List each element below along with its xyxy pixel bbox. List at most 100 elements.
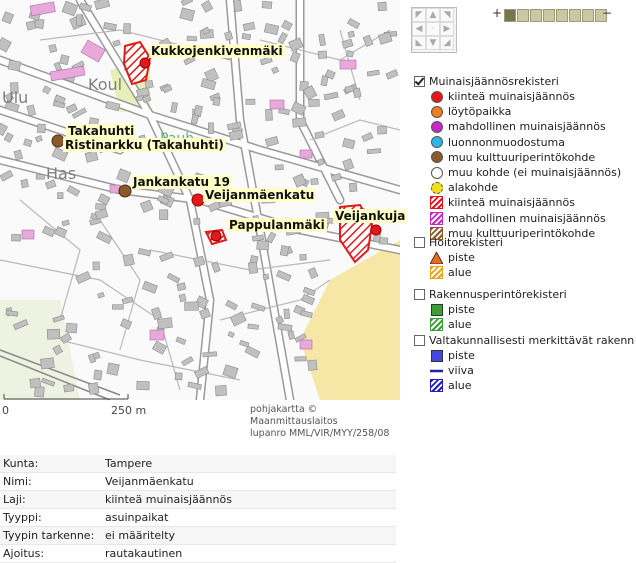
- layer-checkbox[interactable]: [414, 335, 425, 346]
- arrow-right-icon[interactable]: ▶: [440, 22, 454, 36]
- arrow-left-icon[interactable]: ◀: [412, 22, 426, 36]
- arrow-up-icon[interactable]: ▲: [426, 8, 440, 22]
- scale-label: 250 m: [111, 404, 147, 417]
- info-key: Tyyppi:: [0, 508, 102, 527]
- info-table: Kunta: Tampere Nimi: Veijanmäenkatu Laji: kii…: [0, 455, 396, 563]
- legend-item: mahdollinen muinaisjäännös: [430, 120, 606, 133]
- info-key: Kunta:: [0, 455, 102, 473]
- layer-checkbox[interactable]: [414, 76, 425, 87]
- building: [93, 369, 103, 381]
- legend-group-title: Muinaisjäännösrekisteri: [429, 75, 559, 88]
- heritage-point[interactable]: [139, 57, 151, 69]
- building: [144, 79, 154, 89]
- legend-item-label: luonnonmuodostuma: [448, 135, 566, 149]
- zoom-out-button[interactable]: −: [602, 6, 612, 20]
- building: [25, 20, 37, 31]
- legend-triangle-icon: [430, 251, 443, 264]
- legend-dot-icon: [430, 151, 443, 164]
- building: [241, 33, 252, 41]
- building: [123, 23, 131, 35]
- zoom-in-button[interactable]: +: [492, 6, 502, 20]
- building: [207, 122, 214, 134]
- zoom-step[interactable]: [543, 9, 555, 22]
- building: [262, 273, 270, 280]
- legend-item: piste: [430, 349, 475, 362]
- building: [202, 351, 218, 358]
- legend-group-1[interactable]: Hoitorekisteri: [414, 236, 503, 249]
- building: [212, 97, 221, 106]
- heritage-point[interactable]: [210, 230, 222, 242]
- heritage-point[interactable]: [118, 184, 132, 198]
- legend-item: luonnonmuodostuma: [430, 136, 565, 149]
- info-row: Ajoitus: rautakautinen: [0, 544, 396, 563]
- zoom-step[interactable]: [504, 9, 516, 22]
- legend-item: alue: [430, 266, 472, 280]
- arrow-down-left-icon[interactable]: ◣: [412, 36, 426, 50]
- zoom-step[interactable]: [556, 9, 568, 22]
- pan-control[interactable]: ◤ ▲ ◥ ◀ · ▶ ◣ ▼ ◢: [411, 7, 457, 53]
- arrow-down-right-icon[interactable]: ◢: [440, 36, 454, 50]
- building: [35, 174, 45, 180]
- map-label-takahuhti[interactable]: Takahuhti: [66, 124, 137, 138]
- legend-group-2[interactable]: Rakennusperintörekisteri: [414, 288, 567, 301]
- building: [352, 87, 362, 99]
- legend-square-icon: [430, 349, 443, 362]
- building: [247, 323, 259, 330]
- building: [87, 382, 100, 395]
- building: [57, 192, 64, 200]
- building: [317, 50, 327, 59]
- legend-item: kiinteä muinaisjäännös: [430, 90, 575, 103]
- legend-group-title: Valtakunnallisesti merkittävät rakenn: [429, 334, 635, 347]
- map-label-pappulanmaki[interactable]: Pappulanmäki: [227, 218, 327, 232]
- legend-item-label: piste: [448, 251, 475, 264]
- info-row: Tyypin tarkenne: ei määritelty: [0, 526, 396, 545]
- building: [256, 240, 270, 251]
- map-label-jankankatu[interactable]: Jankankatu 19: [131, 175, 232, 189]
- zoom-step[interactable]: [517, 9, 529, 22]
- legend-group-0[interactable]: Muinaisjäännösrekisteri: [414, 75, 559, 88]
- legend-hatch-icon: [430, 266, 443, 280]
- building: [308, 98, 320, 107]
- legend-item-label: löytöpaikka: [448, 105, 512, 119]
- legend-line-icon: [430, 364, 443, 377]
- map-label-veijankuja[interactable]: Veijankuja: [333, 209, 408, 223]
- building: [40, 357, 55, 370]
- legend-item: muu kohde (ei muinaisjäännös): [430, 166, 621, 179]
- legend-item: löytöpaikka: [430, 105, 511, 118]
- zoom-step[interactable]: [530, 9, 542, 22]
- arrow-up-left-icon[interactable]: ◤: [412, 8, 426, 22]
- map-label-veijanmaenkatu[interactable]: Veijanmäenkatu: [203, 188, 317, 202]
- legend-item: piste: [430, 303, 475, 316]
- layer-checkbox[interactable]: [414, 237, 425, 248]
- building: [347, 30, 355, 38]
- building: [247, 261, 259, 275]
- layer-checkbox[interactable]: [414, 289, 425, 300]
- info-value: Veijanmäenkatu: [102, 472, 396, 491]
- arrow-down-icon[interactable]: ▼: [426, 36, 440, 50]
- map-label-ristinarkku[interactable]: Ristinarkku (Takahuhti): [63, 138, 226, 152]
- arrow-up-right-icon[interactable]: ◥: [440, 8, 454, 22]
- legend-item-label: muu kulttuuriperintökohde: [448, 150, 596, 164]
- legend-hatch-icon: [430, 196, 443, 210]
- scale-zero: 0: [2, 404, 9, 417]
- legend-dot-icon: [430, 181, 443, 194]
- building: [178, 293, 187, 303]
- zoom-step[interactable]: [569, 9, 581, 22]
- building: [136, 380, 150, 391]
- building: [186, 35, 198, 42]
- heritage-point[interactable]: [370, 224, 382, 236]
- legend-item: piste: [430, 251, 475, 264]
- building: [11, 233, 22, 242]
- zoom-slider[interactable]: [504, 9, 607, 22]
- control-panel: ◤ ▲ ◥ ◀ · ▶ ◣ ▼ ◢ + − Muinaisjäännösreki…: [410, 0, 636, 430]
- legend-item: kiinteä muinaisjäännös: [430, 196, 575, 210]
- legend-group-3[interactable]: Valtakunnallisesti merkittävät rakenn: [414, 334, 634, 347]
- map-label-kukkojenkivenmaki[interactable]: Kukkojenkivenmäki: [149, 44, 285, 58]
- building: [377, 1, 387, 12]
- building: [59, 54, 70, 66]
- center-icon[interactable]: ·: [426, 22, 440, 36]
- building: [379, 237, 389, 245]
- zoom-step[interactable]: [582, 9, 594, 22]
- map-view[interactable]: Koul Ulu Has Pauh Kukkojenkivenmäki Taka…: [0, 0, 408, 439]
- info-value: Tampere: [102, 455, 396, 473]
